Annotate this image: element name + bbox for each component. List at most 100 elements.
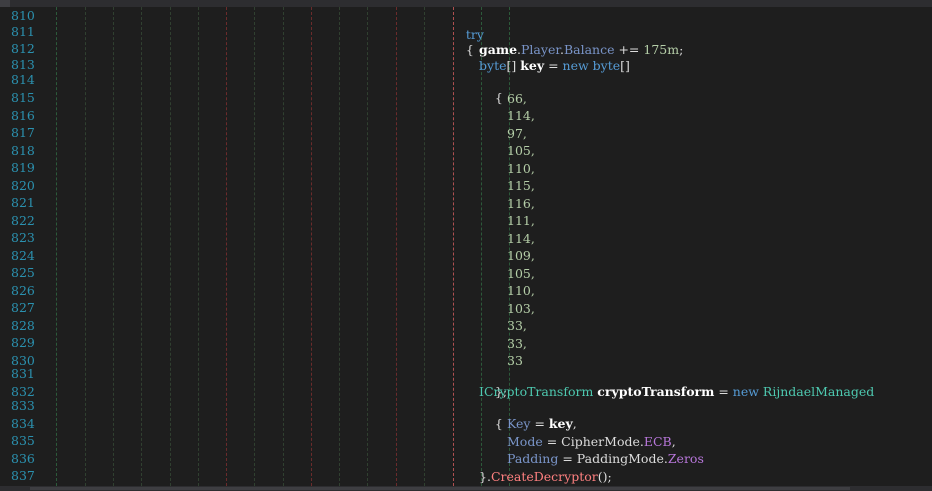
- line-number: 823: [11, 230, 35, 245]
- identifier-key: key: [548, 416, 573, 431]
- array-value: 116,: [507, 195, 535, 211]
- code-line-831: };: [479, 366, 507, 399]
- line-number-gutter: 810 811 812 813 814 815 816 817 818 819 …: [0, 7, 48, 486]
- indent-guide: [226, 7, 227, 486]
- code-line-836: Padding = PaddingMode.Zeros: [507, 450, 704, 468]
- array-value: 109,: [507, 248, 535, 263]
- property-mode: Mode: [507, 433, 543, 449]
- code-line-812: game.Player.Balance += 175m;: [479, 41, 683, 59]
- operator: =: [542, 433, 562, 449]
- array-brackets: []: [620, 57, 630, 73]
- code-line-834: Key = key,: [507, 415, 577, 433]
- property-balance: Balance: [563, 41, 615, 57]
- comma: ,: [671, 433, 676, 449]
- operator: =: [558, 451, 577, 466]
- identifier-key: key: [520, 57, 545, 73]
- line-number: 819: [11, 160, 35, 175]
- code-line-814: {: [479, 72, 503, 105]
- array-value: 105,: [507, 265, 535, 281]
- line-number: 821: [11, 195, 35, 210]
- keyword-new: new: [732, 384, 759, 399]
- indent-guide: [424, 7, 425, 486]
- line-number: 815: [11, 90, 35, 105]
- line-number: 834: [11, 415, 35, 431]
- indent-guide: [311, 7, 312, 486]
- line-number: 818: [11, 142, 35, 158]
- line-number: 816: [11, 107, 35, 123]
- line-number: 825: [11, 265, 35, 280]
- array-value: 111,: [507, 213, 535, 228]
- array-brackets: []: [506, 57, 521, 73]
- line-number: 836: [11, 450, 35, 466]
- code-line-833: {: [479, 398, 503, 431]
- code-line-811: {: [450, 24, 474, 57]
- indent-guide: [170, 7, 171, 486]
- tab-bar: [0, 0, 932, 7]
- open-brace: {: [494, 90, 503, 105]
- comma: ,: [572, 416, 577, 431]
- document-tab[interactable]: [0, 0, 10, 7]
- line-number: 828: [11, 317, 35, 333]
- line-number: 831: [11, 366, 35, 381]
- line-number: 811: [11, 23, 35, 39]
- operator: +=: [614, 41, 644, 57]
- line-number: 812: [11, 41, 35, 56]
- array-value: 115,: [507, 178, 535, 193]
- type-rijndaelmanaged: RijndaelManaged: [762, 384, 875, 399]
- line-number: 833: [11, 398, 35, 413]
- line-number: 827: [11, 300, 35, 315]
- enum-member-ecb: ECB: [643, 433, 672, 449]
- line-number: 817: [11, 125, 35, 140]
- open-brace: {: [465, 42, 474, 57]
- keyword-byte: byte: [592, 57, 621, 73]
- indent-guide: [254, 7, 255, 486]
- array-value: 33: [507, 353, 523, 368]
- operator: =: [544, 57, 563, 73]
- keyword-byte: byte: [479, 57, 507, 73]
- line-number: 826: [11, 282, 35, 298]
- operator: =: [530, 416, 549, 431]
- line-number: 822: [11, 212, 35, 228]
- property-player: Player: [521, 41, 560, 57]
- open-brace: {: [494, 416, 503, 431]
- number-literal: 175m: [643, 41, 680, 57]
- array-value: 103,: [507, 300, 535, 316]
- array-value: 97,: [507, 125, 527, 141]
- line-number: 837: [11, 468, 35, 483]
- property-padding: Padding: [507, 451, 559, 466]
- enum-member-zeros: Zeros: [667, 451, 704, 466]
- line-number: 829: [11, 335, 35, 350]
- enum-ciphermode: CipherMode: [561, 433, 640, 449]
- semicolon: ;: [679, 41, 684, 57]
- line-number: 820: [11, 177, 35, 193]
- array-value: 110,: [507, 283, 535, 298]
- indent-guide: [113, 7, 114, 486]
- indent-guide: [283, 7, 284, 486]
- indent-guide: [339, 7, 340, 486]
- line-number: 835: [11, 433, 35, 448]
- property-key: Key: [507, 416, 531, 431]
- indent-guide: [198, 7, 199, 486]
- line-number: 814: [11, 72, 35, 87]
- array-value: 114,: [507, 108, 535, 123]
- array-value: 33,: [507, 335, 527, 351]
- code-editor[interactable]: 810 811 812 813 814 815 816 817 818 819 …: [0, 7, 932, 486]
- indent-guide: [396, 7, 397, 486]
- array-value: 105,: [507, 143, 535, 158]
- code-line-832: ICryptoTransform cryptoTransform = new R…: [479, 383, 874, 401]
- array-value: 66,: [507, 90, 527, 106]
- scrollbar-thumb[interactable]: [30, 487, 850, 490]
- line-number: 824: [11, 247, 35, 263]
- operator: =: [714, 384, 733, 399]
- identifier-cryptotransform: cryptoTransform: [597, 384, 715, 399]
- indent-guide: [141, 7, 142, 486]
- code-line-835: Mode = CipherMode.ECB,: [507, 433, 676, 451]
- enum-paddingmode: PaddingMode: [576, 451, 664, 466]
- identifier-game: game: [479, 41, 518, 57]
- indent-guide: [56, 7, 57, 486]
- indent-guide: [85, 7, 86, 486]
- active-indent-guide: [453, 7, 454, 486]
- indent-guide: [367, 7, 368, 486]
- array-value: 114,: [507, 230, 535, 246]
- array-value: 110,: [507, 160, 535, 176]
